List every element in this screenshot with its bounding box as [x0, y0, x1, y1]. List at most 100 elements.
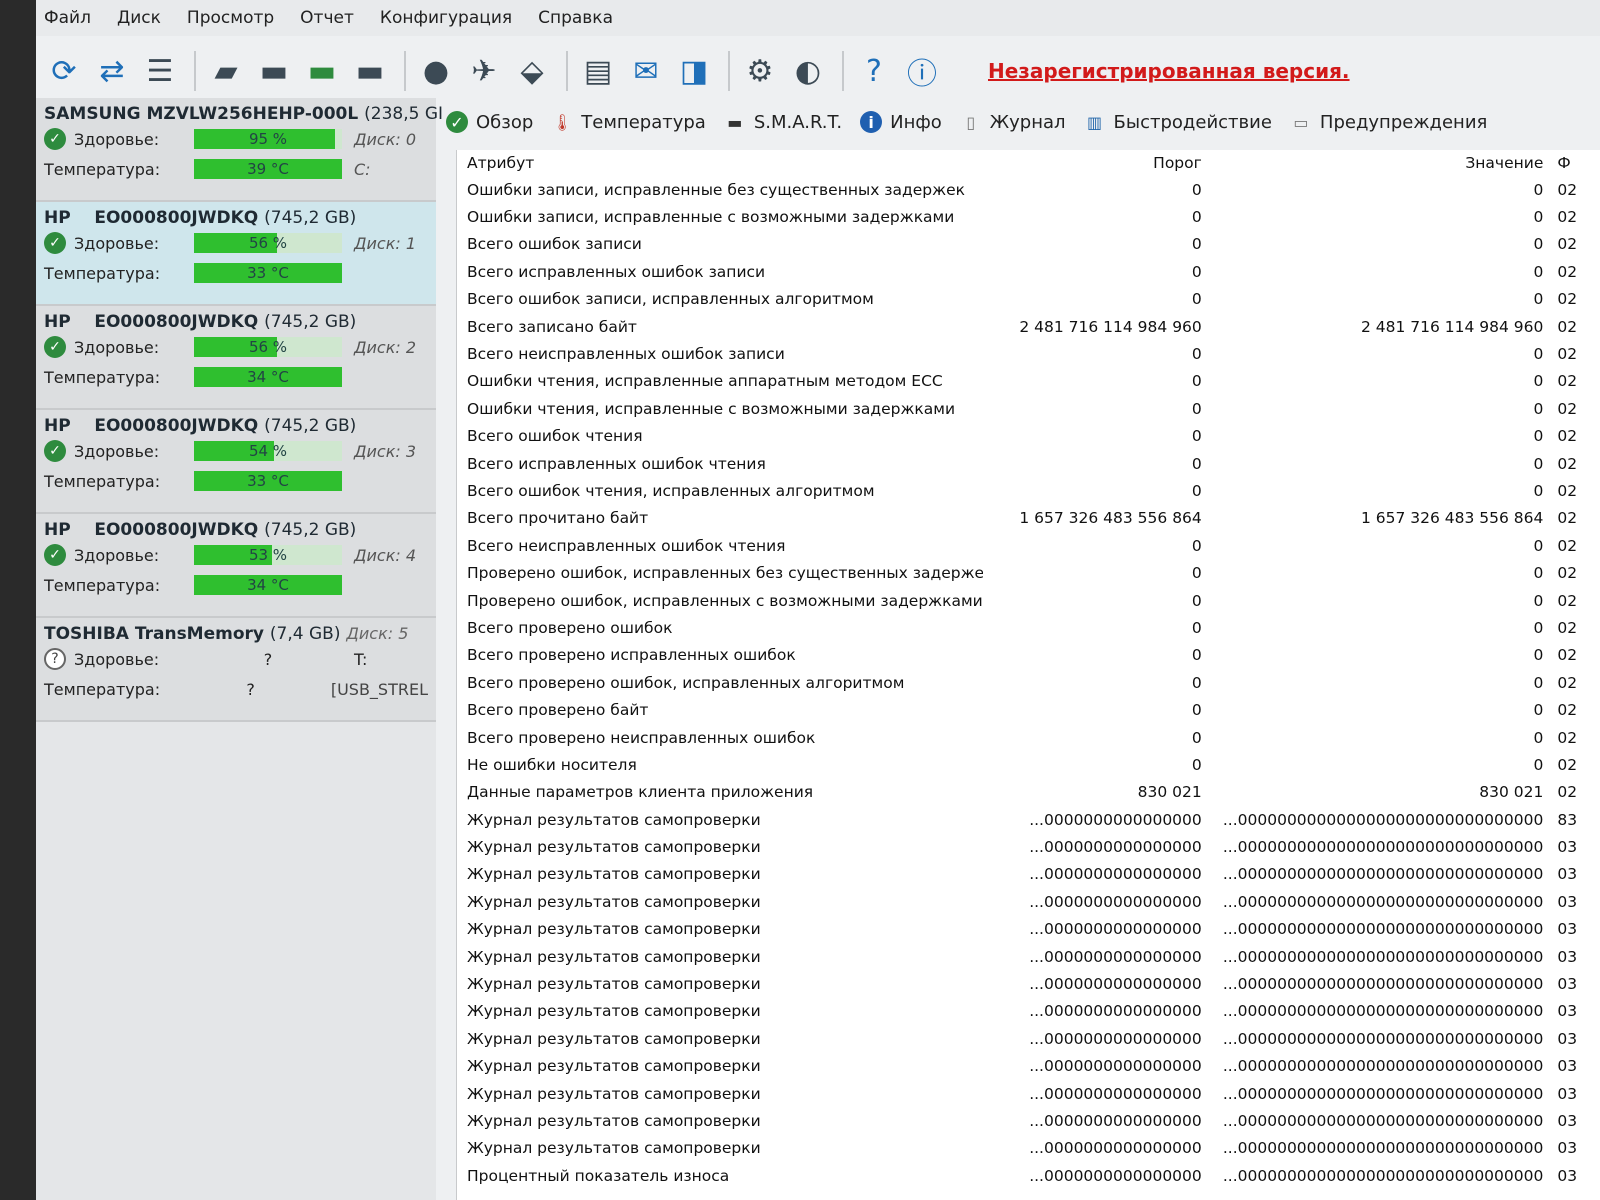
info-icon[interactable]: ⓘ: [900, 49, 944, 93]
cell-threshold: ...0000000000000000: [1029, 810, 1202, 829]
table-row[interactable]: Журнал результатов самопроверки ...000000…: [457, 861, 1600, 888]
cell-flags: 02: [1557, 646, 1578, 665]
hdd-tool-2-icon[interactable]: ▬: [252, 49, 296, 93]
table-row[interactable]: Данные параметров клиента приложения 830 …: [457, 779, 1600, 806]
table-row[interactable]: Журнал результатов самопроверки ...000000…: [457, 943, 1600, 970]
header-attribute[interactable]: Атрибут: [457, 154, 983, 172]
table-row[interactable]: Проверено ошибок, исправленных без сущес…: [457, 559, 1600, 586]
disk-item-selected[interactable]: HP EO000800JWDKQ (745,2 GB) ✓ Здоровье: 56…: [36, 202, 436, 306]
cell-flags: 02: [1557, 591, 1578, 610]
menu-disk[interactable]: Диск: [117, 8, 161, 28]
network-icon[interactable]: ⬙: [510, 49, 554, 93]
menu-config[interactable]: Конфигурация: [380, 8, 512, 28]
cell-attribute: Всего исправленных ошибок чтения: [467, 454, 766, 473]
table-row[interactable]: Процентный показатель износа ...000000000…: [457, 1162, 1600, 1189]
table-row[interactable]: Журнал результатов самопроверки ...000000…: [457, 1107, 1600, 1134]
help-icon[interactable]: ?: [852, 49, 896, 93]
chart-icon[interactable]: ◨: [672, 49, 716, 93]
tab-smart[interactable]: ▬ S.M.A.R.T.: [724, 111, 842, 133]
cell-value: ...0000000000000000000000000000000: [1222, 1057, 1544, 1076]
tab-log[interactable]: ▯ Журнал: [960, 111, 1065, 133]
tab-bar: ✓ Обзор 🌡 Температура ▬ S.M.A.R.T. i Инфо ▯ Ж…: [446, 104, 1487, 140]
table-row[interactable]: Всего исправленных ошибок чтения 0 0 02: [457, 450, 1600, 477]
table-row[interactable]: Журнал результатов самопроверки ...000000…: [457, 1025, 1600, 1052]
menu-help[interactable]: Справка: [538, 8, 613, 28]
tab-info[interactable]: i Инфо: [860, 111, 942, 133]
temperature-bar: 33 °C: [194, 263, 342, 283]
hdd-tool-1-icon[interactable]: ▰: [204, 49, 248, 93]
tab-temperature[interactable]: 🌡 Температура: [551, 111, 706, 133]
table-row[interactable]: Журнал результатов самопроверки ...000000…: [457, 888, 1600, 915]
menu-report[interactable]: Отчет: [300, 8, 354, 28]
table-row[interactable]: Всего неисправленных ошибок чтения 0 0 02: [457, 532, 1600, 559]
list-icon[interactable]: ☰: [138, 49, 182, 93]
tab-overview[interactable]: ✓ Обзор: [446, 111, 533, 133]
cell-threshold: 0: [1191, 372, 1202, 391]
refresh-all-icon[interactable]: ⇄: [90, 49, 134, 93]
table-row[interactable]: Всего проверено неисправленных ошибок 0 0 0…: [457, 724, 1600, 751]
disk-item[interactable]: SAMSUNG MZVLW256HEHP-000L (238,5 GI ✓ Здо…: [36, 98, 443, 202]
table-row[interactable]: Ошибки записи, исправленные с возможными…: [457, 203, 1600, 230]
cell-threshold: ...0000000000000000: [1029, 975, 1202, 994]
table-row[interactable]: Журнал результатов самопроверки ...000000…: [457, 1053, 1600, 1080]
header-flags[interactable]: Ф: [1543, 154, 1600, 172]
table-row[interactable]: Журнал результатов самопроверки ...000000…: [457, 833, 1600, 860]
gear-icon[interactable]: ⚙: [738, 49, 782, 93]
disk-item[interactable]: HP EO000800JWDKQ (745,2 GB) ✓ Здоровье: 53…: [36, 514, 436, 618]
table-row[interactable]: Не ошибки носителя 0 0 02: [457, 751, 1600, 778]
cell-attribute: Всего проверено ошибок, исправленных алг…: [467, 673, 905, 692]
table-row[interactable]: Журнал результатов самопроверки ...000000…: [457, 970, 1600, 997]
cell-value: 830 021: [1479, 783, 1544, 802]
table-row[interactable]: Проверено ошибок, исправленных с возможн…: [457, 587, 1600, 614]
cell-flags: 02: [1557, 290, 1578, 309]
disk-item[interactable]: HP EO000800JWDKQ (745,2 GB) ✓ Здоровье: 54…: [36, 410, 436, 514]
cell-attribute: Всего ошибок записи: [467, 235, 642, 254]
table-row[interactable]: Журнал результатов самопроверки ...000000…: [457, 998, 1600, 1025]
table-row[interactable]: Ошибки чтения, исправленные аппаратным м…: [457, 368, 1600, 395]
cell-value: 0: [1533, 755, 1544, 774]
table-row[interactable]: Журнал результатов самопроверки ...000000…: [457, 1135, 1600, 1162]
table-row[interactable]: Ошибки записи, исправленные без существе…: [457, 176, 1600, 203]
table-row[interactable]: Всего прочитано байт 1 657 326 483 556 86…: [457, 505, 1600, 532]
table-row[interactable]: Всего ошибок чтения 0 0 02: [457, 423, 1600, 450]
report-icon[interactable]: ▤: [576, 49, 620, 93]
table-row[interactable]: Всего исправленных ошибок записи 0 0 02: [457, 258, 1600, 285]
mail-icon[interactable]: ✉: [624, 49, 668, 93]
cell-threshold: ...0000000000000000: [1029, 1002, 1202, 1021]
toolbar-separator: [194, 51, 196, 91]
disk-item[interactable]: HP EO000800JWDKQ (745,2 GB) ✓ Здоровье: 56…: [36, 306, 436, 410]
table-row[interactable]: Всего проверено байт 0 0 02: [457, 696, 1600, 723]
menu-view[interactable]: Просмотр: [187, 8, 274, 28]
table-row[interactable]: Всего неисправленных ошибок записи 0 0 02: [457, 340, 1600, 367]
table-row[interactable]: Всего ошибок записи 0 0 02: [457, 231, 1600, 258]
disk-icon[interactable]: ●: [414, 49, 458, 93]
cell-flags: 02: [1557, 454, 1578, 473]
disk-title: HP EO000800JWDKQ (745,2 GB): [44, 312, 357, 332]
table-row[interactable]: Ошибки чтения, исправленные с возможными…: [457, 395, 1600, 422]
table-row[interactable]: Всего проверено ошибок 0 0 02: [457, 614, 1600, 641]
hdd-tool-4-icon[interactable]: ▬: [348, 49, 392, 93]
health-ok-icon: ✓: [44, 336, 66, 358]
header-threshold[interactable]: Порог: [983, 154, 1202, 172]
disk-item[interactable]: TOSHIBA TransMemory (7,4 GB) Диск: 5 ? Зд…: [36, 618, 436, 722]
satellite-icon[interactable]: ✈: [462, 49, 506, 93]
hdd-tool-3-icon[interactable]: ▬: [300, 49, 344, 93]
tab-warnings[interactable]: ▭ Предупреждения: [1290, 111, 1487, 133]
table-row[interactable]: Всего ошибок записи, исправленных алгори…: [457, 286, 1600, 313]
header-value[interactable]: Значение: [1202, 154, 1543, 172]
cell-attribute: Ошибки записи, исправленные без существе…: [467, 180, 966, 199]
tab-performance[interactable]: ▥ Быстродействие: [1084, 111, 1272, 133]
table-row[interactable]: Всего ошибок чтения, исправленных алгори…: [457, 477, 1600, 504]
cell-flags: 02: [1557, 509, 1578, 528]
table-row[interactable]: Журнал результатов самопроверки ...000000…: [457, 916, 1600, 943]
table-row[interactable]: Журнал результатов самопроверки ...000000…: [457, 1080, 1600, 1107]
table-row[interactable]: Всего проверено ошибок, исправленных алг…: [457, 669, 1600, 696]
sound-icon[interactable]: ◐: [786, 49, 830, 93]
table-row[interactable]: Всего проверено исправленных ошибок 0 0 02: [457, 642, 1600, 669]
unregistered-link[interactable]: Незарегистрированная версия.: [988, 59, 1350, 83]
cell-value: 0: [1533, 180, 1544, 199]
table-row[interactable]: Журнал результатов самопроверки ...000000…: [457, 806, 1600, 833]
table-row[interactable]: Всего записано байт 2 481 716 114 984 960…: [457, 313, 1600, 340]
menu-file[interactable]: Файл: [44, 8, 91, 28]
refresh-icon[interactable]: ⟳: [42, 49, 86, 93]
